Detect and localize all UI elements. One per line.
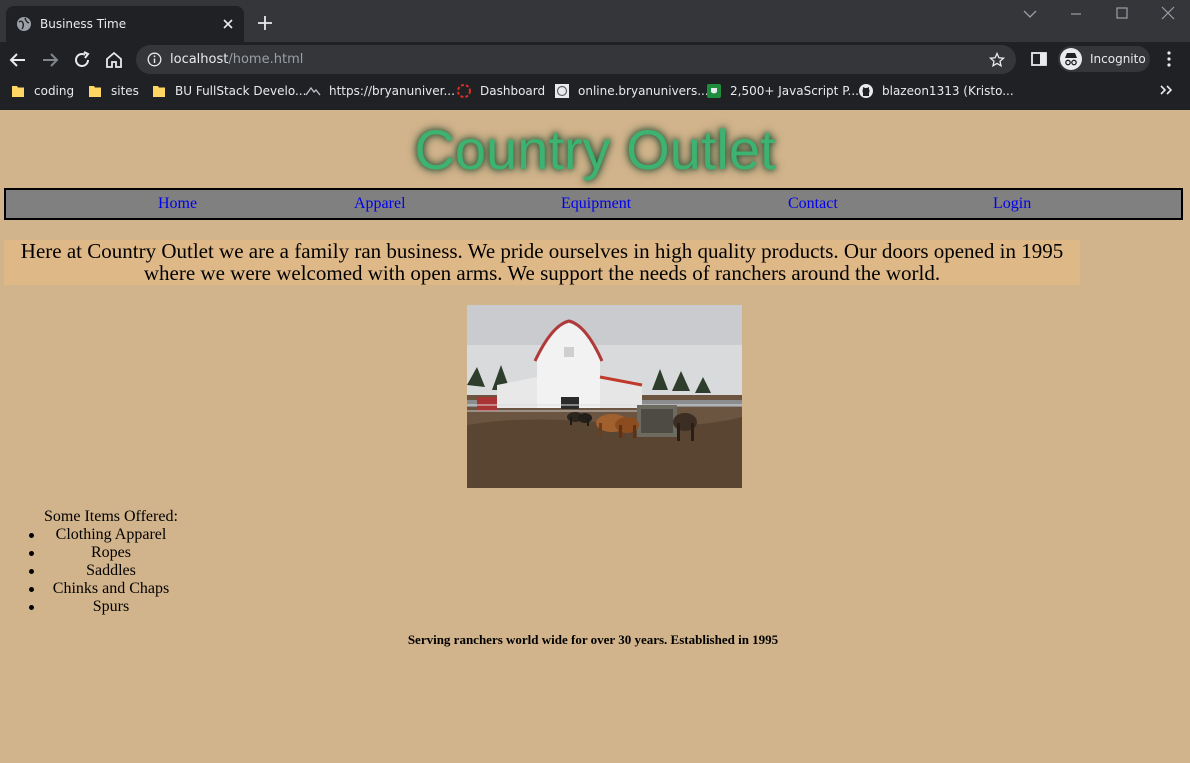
items-heading: Some Items Offered: [44, 508, 178, 525]
shield-icon [707, 84, 721, 98]
incognito-badge[interactable]: Incognito [1058, 46, 1150, 72]
site-info-icon[interactable] [147, 52, 162, 67]
seal-icon [555, 84, 569, 98]
nav-equipment-link[interactable]: Equipment [561, 195, 631, 213]
bookmark-online-bryanunivers[interactable]: online.bryanunivers... [554, 82, 709, 100]
dashboard-icon [457, 84, 471, 98]
browser-chrome: Business Time localhost/home.html Incogn… [0, 0, 1190, 110]
bookmark-label: Dashboard [480, 84, 546, 98]
bookmarks-overflow-icon[interactable] [1158, 82, 1174, 98]
items-list: Clothing Apparel Ropes Saddles Chinks an… [0, 526, 222, 616]
bookmarks-bar: coding sites BU FullStack Develo... http… [0, 76, 1190, 106]
url-text[interactable]: localhost/home.html [170, 51, 303, 68]
bookmark-github-blazeon1313[interactable]: blazeon1313 (Kristo... [858, 82, 1014, 100]
bookmark-label: BU FullStack Develo... [175, 84, 307, 98]
list-item: Clothing Apparel [0, 526, 222, 544]
bookmark-label: 2,500+ JavaScript P... [730, 84, 859, 98]
nav-home-link[interactable]: Home [158, 195, 197, 213]
bookmark-label: blazeon1313 (Kristo... [882, 84, 1014, 98]
github-icon [859, 84, 873, 98]
home-icon[interactable] [104, 50, 124, 70]
maximize-icon[interactable] [1113, 6, 1131, 22]
more-menu-icon[interactable] [1161, 50, 1177, 68]
bookmark-label: https://bryanuniver... [329, 84, 455, 98]
site-title: Country Outlet [414, 118, 776, 181]
bookmark-sites[interactable]: sites [87, 82, 139, 100]
tab-business-time[interactable]: Business Time [6, 6, 244, 42]
minimize-icon[interactable] [1067, 6, 1085, 22]
toolbar: localhost/home.html [0, 42, 1190, 76]
main-nav: Home Apparel Equipment Contact Login [4, 188, 1183, 220]
tab-strip: Business Time [0, 0, 1190, 42]
folder-icon [153, 86, 165, 97]
reload-icon[interactable] [72, 50, 92, 70]
url-host: localhost [170, 52, 229, 67]
tab-title: Business Time [40, 17, 127, 31]
forward-icon[interactable] [40, 50, 60, 70]
close-tab-icon[interactable] [220, 16, 236, 32]
url-path: /home.html [228, 52, 304, 67]
new-tab-icon[interactable] [256, 14, 274, 32]
side-panel-icon[interactable] [1030, 50, 1048, 68]
mountain-icon [305, 86, 321, 96]
bookmark-label: online.bryanunivers... [578, 84, 709, 98]
folder-icon [12, 86, 24, 97]
bookmark-bryanuniver[interactable]: https://bryanuniver... [305, 82, 455, 100]
incognito-label: Incognito [1090, 52, 1146, 66]
address-bar[interactable]: localhost/home.html [136, 45, 1016, 74]
globe-icon [17, 17, 31, 31]
list-item: Ropes [0, 544, 222, 562]
bookmark-label: coding [34, 84, 75, 98]
bookmark-label: sites [111, 84, 139, 98]
close-window-icon[interactable] [1159, 6, 1177, 22]
bookmark-coding[interactable]: coding [10, 82, 74, 100]
bookmark-bu-fullstack[interactable]: BU FullStack Develo... [151, 82, 306, 100]
folder-icon [89, 86, 101, 97]
incognito-icon [1060, 48, 1082, 70]
list-item: Chinks and Chaps [0, 580, 222, 598]
nav-login-link[interactable]: Login [993, 195, 1031, 213]
nav-apparel-link[interactable]: Apparel [354, 195, 406, 213]
intro-paragraph: Here at Country Outlet we are a family r… [4, 240, 1080, 285]
nav-contact-link[interactable]: Contact [788, 195, 838, 213]
bookmark-dashboard[interactable]: Dashboard [456, 82, 545, 100]
list-item: Saddles [0, 562, 222, 580]
list-item: Spurs [0, 598, 222, 616]
back-icon[interactable] [8, 50, 28, 70]
tab-search-icon[interactable] [1021, 6, 1039, 22]
bookmark-javascript-projects[interactable]: 2,500+ JavaScript P... [706, 82, 859, 100]
barn-image [467, 305, 742, 488]
bookmark-star-icon[interactable] [989, 52, 1005, 68]
footer-text: Serving ranchers world wide for over 30 … [407, 632, 779, 647]
page-content: Country Outlet Home Apparel Equipment Co… [0, 110, 1190, 763]
